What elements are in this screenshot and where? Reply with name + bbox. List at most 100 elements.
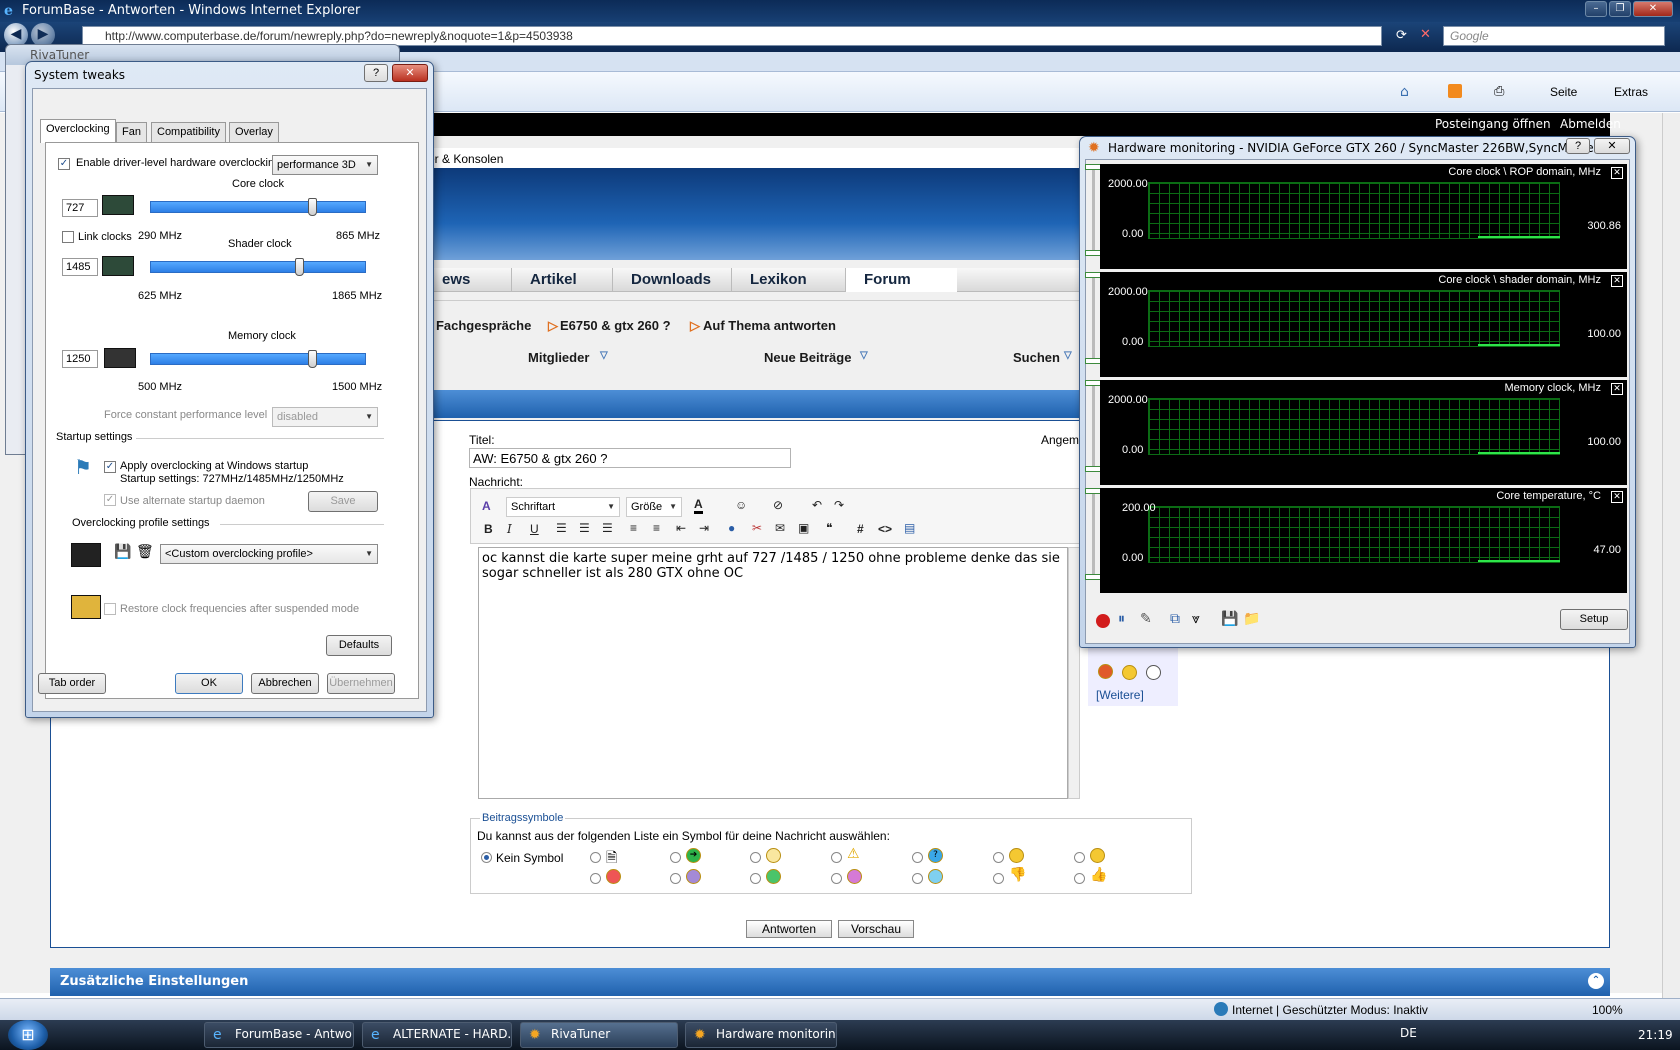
email-icon[interactable]: ✉ — [775, 521, 785, 535]
php-icon[interactable]: ▤ — [904, 521, 915, 535]
page-scrollbar[interactable] — [1662, 113, 1680, 998]
task-forumbase[interactable]: e ForumBase - Antwo... — [204, 1022, 354, 1048]
radio-icon-4[interactable] — [831, 852, 842, 863]
memory-clock-track[interactable] — [150, 353, 366, 365]
graph-1-close-icon[interactable]: ✕ — [1611, 167, 1623, 179]
indent-icon[interactable]: ⇥ — [699, 521, 709, 535]
image-icon[interactable]: ▣ — [798, 521, 809, 535]
italic-button[interactable]: I — [507, 522, 512, 536]
undo-icon[interactable]: ↶ — [812, 498, 822, 512]
core-clock-value[interactable]: 727 — [62, 199, 98, 217]
home-icon[interactable]: ⌂ — [1400, 84, 1409, 100]
outdent-icon[interactable]: ⇤ — [676, 521, 686, 535]
shader-clock-slider[interactable] — [295, 258, 305, 276]
reply-button[interactable]: Antworten — [746, 920, 832, 938]
task-rivatuner[interactable]: ✹ RivaTuner — [520, 1022, 678, 1048]
radio-icon-1[interactable] — [590, 852, 601, 863]
close-button[interactable]: ✕ — [1633, 1, 1673, 17]
task-hwmonitor[interactable]: ✹ Hardware monitorin... — [685, 1022, 837, 1048]
save-button[interactable]: Save — [308, 491, 378, 512]
radio-icon-6[interactable] — [993, 852, 1004, 863]
core-clock-slider[interactable] — [308, 198, 317, 216]
logout-link[interactable]: Abmelden — [1560, 117, 1621, 131]
enable-oc-checkbox[interactable]: ✓ — [58, 158, 70, 170]
collapse-all-icon[interactable]: ⩔ — [1192, 611, 1200, 627]
ok-button[interactable]: OK — [175, 673, 243, 694]
page-menu[interactable]: Seite — [1550, 85, 1577, 99]
delete-profile-icon[interactable]: 🗑 — [136, 544, 154, 560]
radio-icon-13[interactable] — [993, 873, 1004, 884]
monitor-close-button[interactable]: ✕ — [1594, 138, 1630, 154]
breadcrumb-fachgespraeche[interactable]: : Fachgespräche — [428, 318, 531, 333]
tab-order-button[interactable]: Tab order — [38, 673, 106, 694]
cancel-button[interactable]: Abbrechen — [251, 673, 319, 694]
size-select[interactable]: Größe — [626, 497, 682, 517]
unlink-icon[interactable]: ✂ — [752, 521, 762, 535]
tab-fan[interactable]: Fan — [116, 122, 147, 142]
graph-4-scale[interactable] — [1085, 488, 1103, 588]
search-input[interactable]: Google — [1443, 26, 1665, 46]
graph-3-scale[interactable] — [1085, 380, 1103, 480]
print-icon[interactable]: ⎙ — [1494, 84, 1504, 99]
memory-clock-slider[interactable] — [308, 350, 317, 368]
graph-4-close-icon[interactable]: ✕ — [1611, 491, 1623, 503]
link-icon[interactable]: ● — [728, 521, 735, 535]
preview-button[interactable]: Vorschau — [838, 920, 914, 938]
radio-icon-3[interactable] — [750, 852, 761, 863]
start-button[interactable]: ⊞ — [8, 1020, 48, 1050]
profile-select[interactable]: <Custom overclocking profile> — [160, 544, 378, 564]
align-center-icon[interactable]: ☰ — [579, 521, 590, 535]
ordered-list-icon[interactable]: ≡ — [630, 521, 637, 535]
core-clock-track[interactable] — [150, 201, 366, 213]
nav-lexikon[interactable]: Lexikon — [731, 268, 825, 292]
stop-icon[interactable]: ✕ — [1420, 27, 1431, 42]
apply-startup-checkbox[interactable]: ✓ — [104, 461, 116, 473]
apply-button[interactable]: Übernehmen — [327, 673, 395, 694]
radio-icon-9[interactable] — [670, 873, 681, 884]
search-menu[interactable]: Suchen — [1013, 350, 1060, 365]
address-bar[interactable]: http://www.computerbase.de/forum/newrepl… — [82, 26, 1382, 46]
tab-overclocking[interactable]: Overclocking — [40, 119, 116, 143]
hash-icon[interactable]: # — [857, 522, 864, 536]
monitor-help-button[interactable]: ? — [1566, 138, 1590, 154]
new-posts-menu[interactable]: Neue Beiträge — [764, 350, 851, 365]
shocked-smiley-icon[interactable] — [1146, 665, 1161, 680]
members-menu[interactable]: Mitglieder — [528, 350, 589, 365]
quote-icon[interactable]: ❝ — [826, 521, 832, 535]
radio-icon-12[interactable] — [912, 873, 923, 884]
unordered-list-icon[interactable]: ≡ — [653, 521, 660, 535]
message-textarea[interactable]: oc kannst die karte super meine grht auf… — [478, 547, 1068, 799]
align-right-icon[interactable]: ☰ — [602, 521, 613, 535]
code-icon[interactable]: <> — [878, 522, 892, 536]
tab-overlay[interactable]: Overlay — [229, 122, 279, 142]
tab-compatibility[interactable]: Compatibility — [151, 122, 226, 142]
minimize-button[interactable]: – — [1585, 1, 1607, 17]
help-button[interactable]: ? — [364, 64, 388, 82]
remove-format-icon[interactable]: A — [482, 499, 491, 513]
alt-daemon-checkbox[interactable]: ✓ — [104, 494, 116, 506]
extra-settings-bar[interactable]: Zusätzliche Einstellungen ⌃ — [50, 968, 1610, 996]
font-select[interactable]: Schriftart — [506, 497, 620, 517]
nav-forum[interactable]: Forum — [845, 268, 957, 292]
surprised-smiley-icon[interactable] — [1122, 665, 1137, 680]
graph-2-close-icon[interactable]: ✕ — [1611, 275, 1623, 287]
refresh-icon[interactable]: ⟳ — [1396, 28, 1407, 43]
graph-3-close-icon[interactable]: ✕ — [1611, 383, 1623, 395]
radio-icon-11[interactable] — [831, 873, 842, 884]
extras-menu[interactable]: Extras — [1614, 85, 1648, 99]
zoom-level[interactable]: 100% — [1592, 1003, 1623, 1017]
rss-icon[interactable] — [1448, 84, 1462, 98]
title-input[interactable]: AW: E6750 & gtx 260 ? — [469, 448, 791, 468]
memory-clock-value[interactable]: 1250 — [62, 350, 98, 368]
smiley-insert-icon[interactable]: ☺ — [735, 498, 747, 512]
more-smilies-link[interactable]: [Weitere] — [1096, 688, 1144, 702]
graph-2-scale[interactable] — [1085, 272, 1103, 372]
graph-1-scale[interactable] — [1085, 164, 1103, 264]
radio-icon-5[interactable] — [912, 852, 923, 863]
force-level-select[interactable]: disabled — [272, 407, 378, 427]
redo-icon[interactable]: ↷ — [834, 498, 844, 512]
angry-smiley-icon[interactable] — [1098, 664, 1113, 679]
link-clocks-checkbox[interactable] — [62, 231, 74, 243]
save-log-icon[interactable]: 💾 — [1221, 611, 1238, 627]
align-left-icon[interactable]: ☰ — [556, 521, 567, 535]
